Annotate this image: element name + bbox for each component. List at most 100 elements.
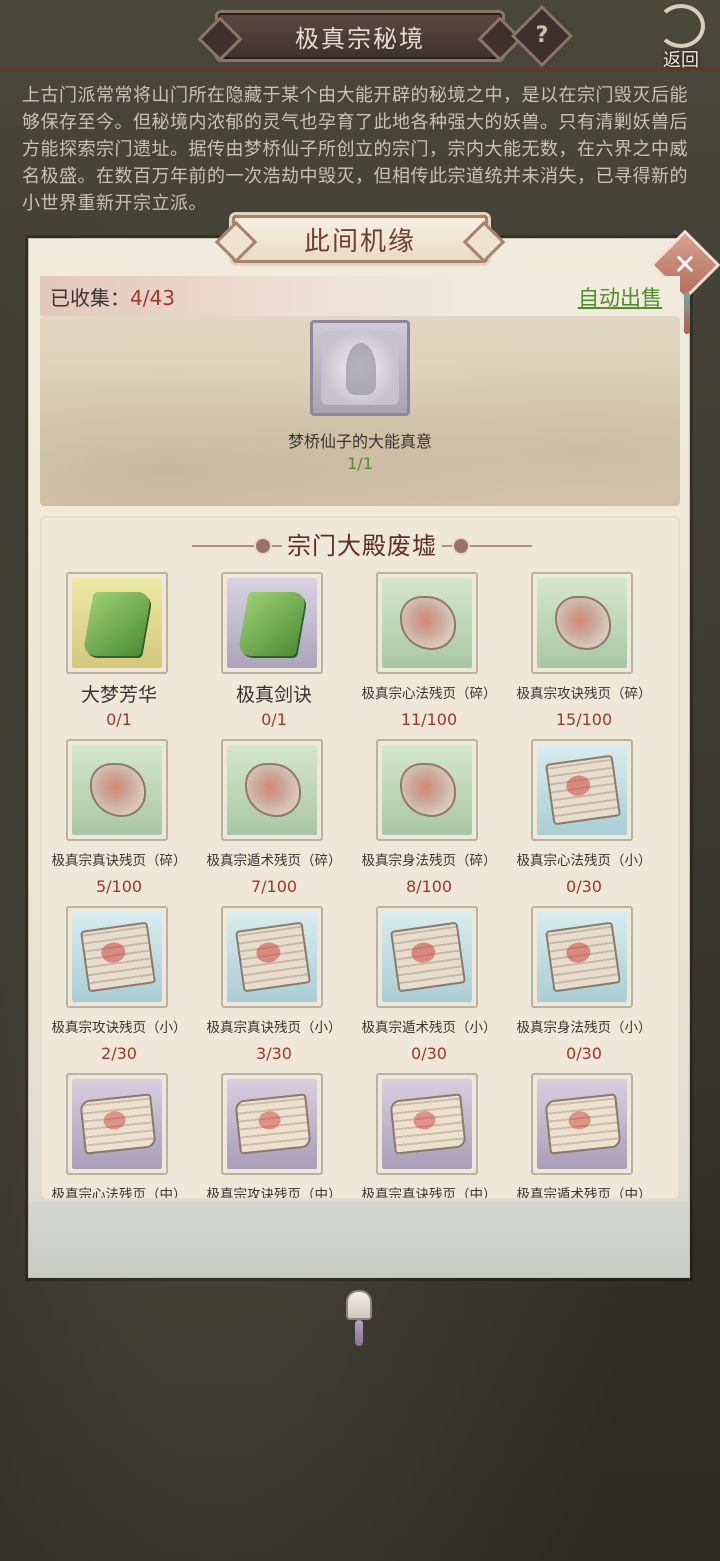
collection-item[interactable]: 极真宗真诀残页（中） bbox=[352, 1073, 506, 1200]
item-frame bbox=[227, 578, 317, 668]
collection-item[interactable]: 极真宗攻诀残页（中） bbox=[197, 1073, 351, 1198]
scroll-icon bbox=[79, 1093, 157, 1155]
page-icon bbox=[80, 921, 156, 993]
collection-item[interactable]: 极真宗真诀残页（小） 3/30 bbox=[197, 906, 351, 1073]
page-icon bbox=[545, 754, 621, 826]
item-name: 极真宗心法残页（碎） bbox=[361, 686, 497, 702]
feature-item-name: 梦桥仙子的大能真意 bbox=[287, 432, 432, 451]
back-button[interactable]: 返回 bbox=[648, 2, 714, 72]
item-frame bbox=[537, 745, 627, 835]
scroll-icon bbox=[234, 1093, 312, 1155]
cloud-ornament-left-icon bbox=[192, 536, 282, 556]
item-name: 极真剑诀 bbox=[235, 684, 312, 706]
header-divider bbox=[0, 68, 720, 71]
item-frame bbox=[537, 578, 627, 668]
collection-item[interactable]: 极真宗攻诀残页（碎） 15/100 bbox=[507, 572, 661, 739]
item-frame bbox=[227, 745, 317, 835]
item-frame bbox=[72, 1079, 162, 1169]
item-name: 极真宗身法残页（小） bbox=[516, 1020, 652, 1036]
modal-title: 此间机缘 bbox=[303, 226, 416, 257]
item-count: 0/30 bbox=[411, 1044, 447, 1063]
item-count: 3/30 bbox=[256, 1044, 292, 1063]
item-slot[interactable] bbox=[531, 906, 633, 1008]
scroll-icon bbox=[544, 1093, 622, 1155]
item-frame bbox=[382, 745, 472, 835]
collection-item[interactable]: 极真宗真诀残页（碎） 5/100 bbox=[42, 739, 196, 906]
page-icon bbox=[545, 921, 621, 993]
item-slot[interactable] bbox=[221, 906, 323, 1008]
item-count: 0/30 bbox=[566, 1044, 602, 1063]
item-slot[interactable] bbox=[66, 572, 168, 674]
collection-item[interactable]: 极真剑诀 0/1 bbox=[197, 572, 351, 739]
collection-item[interactable]: 极真宗心法残页（碎） 11/100 bbox=[352, 572, 506, 739]
collection-item[interactable]: 极真宗身法残页（碎） 8/100 bbox=[352, 739, 506, 906]
item-frame bbox=[382, 578, 472, 668]
item-slot[interactable] bbox=[376, 906, 478, 1008]
item-slot[interactable] bbox=[376, 572, 478, 674]
item-name: 极真宗遁术残页（碎） bbox=[206, 853, 342, 869]
auto-sell-link[interactable]: 自动出售 bbox=[578, 282, 662, 312]
item-slot[interactable] bbox=[221, 739, 323, 841]
fragment-icon bbox=[400, 763, 456, 817]
item-slot[interactable] bbox=[221, 1073, 323, 1175]
tassel-decoration bbox=[684, 292, 690, 334]
item-slot[interactable] bbox=[66, 739, 168, 841]
item-frame bbox=[227, 1079, 317, 1169]
item-count: 0/1 bbox=[261, 710, 287, 729]
item-name: 极真宗攻诀残页（小） bbox=[51, 1020, 187, 1036]
feature-item-count: 1/1 bbox=[347, 454, 373, 473]
immortal-figure-icon bbox=[321, 331, 399, 405]
collection-item[interactable]: 极真宗身法残页（小） 0/30 bbox=[507, 906, 661, 1073]
book-icon bbox=[82, 592, 152, 656]
collected-bar: 已收集：4/43 自动出售 bbox=[40, 276, 680, 316]
item-name: 极真宗遁术残页（小） bbox=[361, 1020, 497, 1036]
item-slot[interactable] bbox=[376, 1073, 478, 1175]
item-slot[interactable] bbox=[531, 572, 633, 674]
scroll-icon bbox=[389, 1093, 467, 1155]
item-slot[interactable] bbox=[66, 906, 168, 1008]
collection-item[interactable]: 大梦芳华 0/1 bbox=[42, 572, 196, 739]
item-name: 极真宗心法残页（小） bbox=[516, 853, 652, 869]
item-name: 极真宗真诀残页（中） bbox=[361, 1187, 497, 1200]
item-name: 极真宗遁术残页（中） bbox=[516, 1187, 652, 1200]
item-slot[interactable] bbox=[66, 1073, 168, 1175]
top-bar: 极真宗秘境 ? 返回 bbox=[0, 0, 720, 80]
back-arrow-icon bbox=[657, 4, 705, 48]
collection-item[interactable]: 极真宗遁术残页（中） bbox=[507, 1073, 661, 1200]
item-frame bbox=[537, 1079, 627, 1169]
item-frame bbox=[382, 912, 472, 1002]
fragment-icon bbox=[245, 763, 301, 817]
item-count: 8/100 bbox=[405, 877, 453, 896]
page-title-plate: 极真宗秘境 bbox=[215, 10, 505, 62]
item-frame bbox=[72, 912, 162, 1002]
item-count: 15/100 bbox=[555, 710, 613, 729]
page-icon bbox=[390, 921, 466, 993]
feature-item-slot[interactable] bbox=[310, 320, 410, 416]
item-name: 极真宗真诀残页（小） bbox=[206, 1020, 342, 1036]
question-icon: ? bbox=[535, 23, 549, 48]
item-count: 11/100 bbox=[400, 710, 458, 729]
item-name: 极真宗真诀残页（碎） bbox=[51, 853, 187, 869]
collection-item[interactable]: 极真宗攻诀残页（小） 2/30 bbox=[42, 906, 196, 1073]
item-frame bbox=[72, 745, 162, 835]
fragment-icon bbox=[400, 596, 456, 650]
collection-item[interactable]: 极真宗遁术残页（碎） 7/100 bbox=[197, 739, 351, 906]
collected-value: 4/43 bbox=[130, 286, 175, 310]
collection-item[interactable]: 极真宗心法残页（小） 0/30 bbox=[507, 739, 661, 906]
collection-item[interactable]: 极真宗遁术残页（小） 0/30 bbox=[352, 906, 506, 1073]
page-title: 极真宗秘境 bbox=[295, 24, 425, 53]
item-frame bbox=[537, 912, 627, 1002]
collection-item[interactable]: 极真宗心法残页（中） bbox=[42, 1073, 196, 1198]
help-button[interactable]: ? bbox=[510, 4, 574, 68]
feature-panel: 梦桥仙子的大能真意 1/1 bbox=[40, 316, 680, 506]
item-slot[interactable] bbox=[531, 739, 633, 841]
item-slot[interactable] bbox=[221, 572, 323, 674]
page-icon bbox=[235, 921, 311, 993]
item-slot[interactable] bbox=[531, 1073, 633, 1175]
item-name: 极真宗攻诀残页（碎） bbox=[516, 686, 652, 702]
section-title: 宗门大殿废墟 bbox=[287, 532, 437, 560]
collected-label-text: 已收集： bbox=[50, 286, 130, 310]
book-icon bbox=[237, 592, 307, 656]
item-slot[interactable] bbox=[376, 739, 478, 841]
modal-title-plate: 此间机缘 bbox=[232, 215, 488, 263]
